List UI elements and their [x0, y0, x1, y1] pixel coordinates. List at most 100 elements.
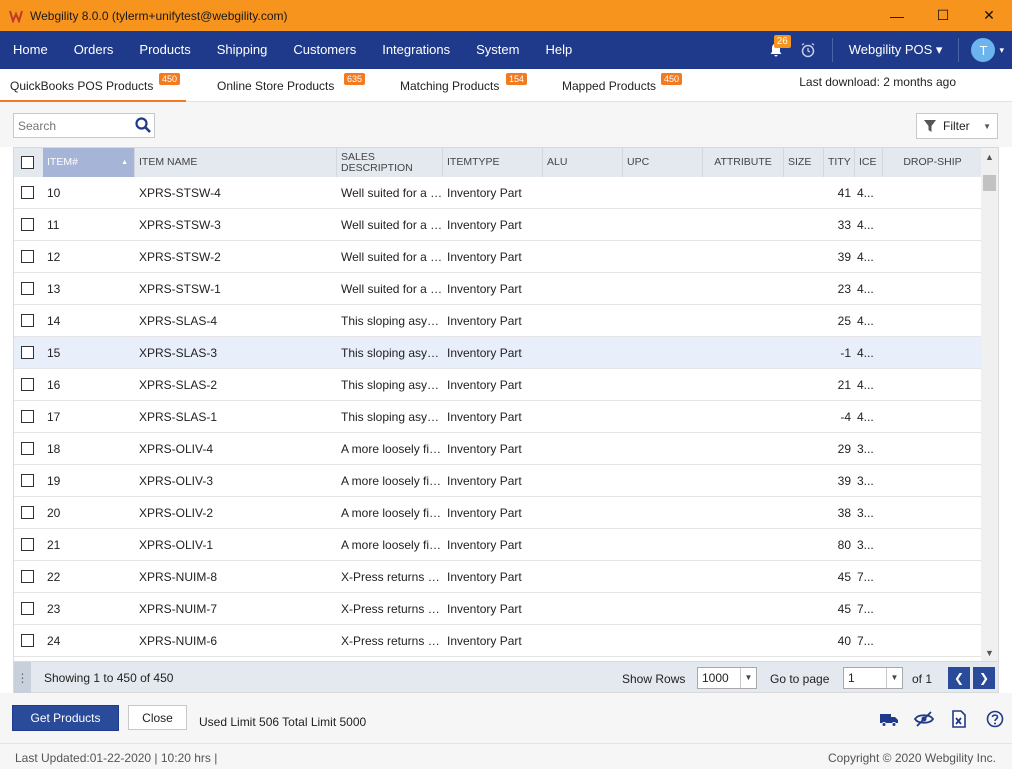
tab-matching-products[interactable]: Matching Products 154: [395, 69, 535, 102]
chevron-down-icon: ▼: [983, 121, 991, 131]
row-checkbox[interactable]: [21, 218, 34, 231]
column-header-item-name[interactable]: ITEM NAME: [135, 148, 337, 177]
cell-item-name: XPRS-SLAS-1: [139, 410, 218, 424]
cell-item-name: XPRS-NUIM-6: [139, 634, 218, 648]
tab-mapped-products[interactable]: Mapped Products 450: [557, 69, 689, 102]
table-row[interactable]: 16 XPRS-SLAS-2 This sloping asymmetrical…: [14, 369, 983, 401]
minimize-button[interactable]: —: [874, 0, 920, 31]
webgility-logo-icon: [8, 8, 24, 24]
vertical-scrollbar[interactable]: ▲ ▼: [981, 148, 998, 661]
table-row[interactable]: 19 XPRS-OLIV-3 A more loosely fitted Inv…: [14, 465, 983, 497]
eye-off-icon[interactable]: [914, 710, 934, 728]
column-header-price[interactable]: ICE: [855, 148, 883, 177]
menu-system[interactable]: System: [463, 31, 532, 69]
more-options-icon[interactable]: ⋮: [14, 662, 31, 693]
column-header-item-number[interactable]: ITEM# ▲: [43, 148, 135, 177]
user-avatar[interactable]: T: [971, 38, 996, 62]
next-page-button[interactable]: ❯: [973, 667, 995, 689]
row-checkbox[interactable]: [21, 506, 34, 519]
alarm-button[interactable]: [790, 31, 826, 69]
row-checkbox[interactable]: [21, 570, 34, 583]
menu-orders[interactable]: Orders: [61, 31, 127, 69]
row-checkbox[interactable]: [21, 442, 34, 455]
chevron-down-icon[interactable]: ▾: [999, 45, 1004, 56]
row-checkbox[interactable]: [21, 186, 34, 199]
search-input[interactable]: [14, 114, 132, 137]
column-header-alu[interactable]: ALU: [543, 148, 623, 177]
table-row[interactable]: 11 XPRS-STSW-3 Well suited for a wide ra…: [14, 209, 983, 241]
close-window-button[interactable]: ✕: [966, 0, 1012, 31]
table-row-selected[interactable]: 15 XPRS-SLAS-3 This sloping asymmetrical…: [14, 337, 983, 369]
previous-page-button[interactable]: ❮: [948, 667, 970, 689]
close-button[interactable]: Close: [128, 705, 187, 730]
page-select[interactable]: 1 ▼: [843, 667, 903, 689]
table-row[interactable]: 21 XPRS-OLIV-1 A more loosely fitted Inv…: [14, 529, 983, 561]
table-row[interactable]: 24 XPRS-NUIM-6 X-Press returns with Inve…: [14, 625, 983, 657]
cell-price: 4...: [857, 250, 874, 264]
table-row[interactable]: 20 XPRS-OLIV-2 A more loosely fitted Inv…: [14, 497, 983, 529]
row-checkbox[interactable]: [21, 282, 34, 295]
tab-online-store-products[interactable]: Online Store Products 635: [212, 69, 372, 102]
tab-quickbooks-pos-products[interactable]: QuickBooks POS Products 450: [0, 69, 186, 102]
column-title: ALU: [547, 156, 568, 168]
row-checkbox[interactable]: [21, 602, 34, 615]
maximize-button[interactable]: ☐: [920, 0, 966, 31]
table-row[interactable]: 22 XPRS-NUIM-8 X-Press returns with Inve…: [14, 561, 983, 593]
search-icon[interactable]: [134, 116, 152, 134]
column-header-itemtype[interactable]: ITEMTYPE: [443, 148, 543, 177]
select-all-cell: [14, 148, 43, 177]
select-all-checkbox[interactable]: [21, 156, 34, 169]
table-row[interactable]: 23 XPRS-NUIM-7 X-Press returns with Inve…: [14, 593, 983, 625]
column-header-drop-ship[interactable]: DROP-SHIP: [883, 148, 983, 177]
row-checkbox[interactable]: [21, 378, 34, 391]
table-row[interactable]: 17 XPRS-SLAS-1 This sloping asymmetrical…: [14, 401, 983, 433]
cell-quantity: -4: [840, 410, 851, 424]
help-icon[interactable]: [985, 710, 1005, 728]
pos-dropdown[interactable]: Webgility POS ▾: [839, 42, 953, 58]
column-header-sales-description[interactable]: SALES DESCRIPTION: [337, 148, 443, 177]
truck-icon[interactable]: [879, 710, 899, 728]
column-header-attribute[interactable]: ATTRIBUTE: [703, 148, 784, 177]
cell-sales-description: A more loosely fitted: [341, 442, 443, 456]
row-checkbox[interactable]: [21, 250, 34, 263]
menu-integrations[interactable]: Integrations: [369, 31, 463, 69]
filter-dropdown[interactable]: Filter ▼: [916, 113, 998, 139]
menu-customers[interactable]: Customers: [280, 31, 369, 69]
cell-quantity: 23: [837, 282, 851, 296]
table-row[interactable]: 12 XPRS-STSW-2 Well suited for a wide ra…: [14, 241, 983, 273]
column-header-quantity[interactable]: TITY: [824, 148, 855, 177]
row-checkbox[interactable]: [21, 346, 34, 359]
table-row[interactable]: 14 XPRS-SLAS-4 This sloping asymmetrical…: [14, 305, 983, 337]
menu-home[interactable]: Home: [0, 31, 61, 69]
scroll-thumb[interactable]: [983, 175, 996, 191]
get-products-button[interactable]: Get Products: [12, 705, 119, 731]
row-checkbox[interactable]: [21, 410, 34, 423]
table-row[interactable]: 10 XPRS-STSW-4 Well suited for a wide ra…: [14, 177, 983, 209]
menu-shipping[interactable]: Shipping: [204, 31, 281, 69]
status-bar: Last Updated:01-22-2020 | 10:20 hrs | Co…: [0, 743, 1012, 769]
grid-header: ITEM# ▲ ITEM NAME SALES DESCRIPTION ITEMT…: [14, 148, 983, 177]
notifications-button[interactable]: 26: [762, 31, 791, 69]
scroll-down-icon[interactable]: ▼: [981, 644, 998, 661]
cell-quantity: 40: [837, 634, 851, 648]
column-header-size[interactable]: SIZE: [784, 148, 824, 177]
menu-products[interactable]: Products: [126, 31, 203, 69]
table-row[interactable]: 13 XPRS-STSW-1 Well suited for a wide ra…: [14, 273, 983, 305]
cell-itemtype: Inventory Part: [447, 634, 522, 648]
page-value: 1: [848, 671, 855, 685]
row-checkbox[interactable]: [21, 474, 34, 487]
cell-sales-description: This sloping asymmetrical: [341, 346, 443, 360]
cell-quantity: 21: [837, 378, 851, 392]
chevron-down-icon: ▼: [740, 668, 756, 688]
column-header-upc[interactable]: UPC: [623, 148, 703, 177]
cell-item-number: 13: [47, 282, 61, 296]
table-row[interactable]: 18 XPRS-OLIV-4 A more loosely fitted Inv…: [14, 433, 983, 465]
row-checkbox[interactable]: [21, 634, 34, 647]
scroll-up-icon[interactable]: ▲: [981, 148, 998, 165]
menu-help[interactable]: Help: [532, 31, 585, 69]
row-checkbox[interactable]: [21, 314, 34, 327]
tab-label: Matching Products: [400, 79, 500, 93]
row-checkbox[interactable]: [21, 538, 34, 551]
show-rows-select[interactable]: 1000 ▼: [697, 667, 757, 689]
excel-export-icon[interactable]: [949, 710, 969, 728]
